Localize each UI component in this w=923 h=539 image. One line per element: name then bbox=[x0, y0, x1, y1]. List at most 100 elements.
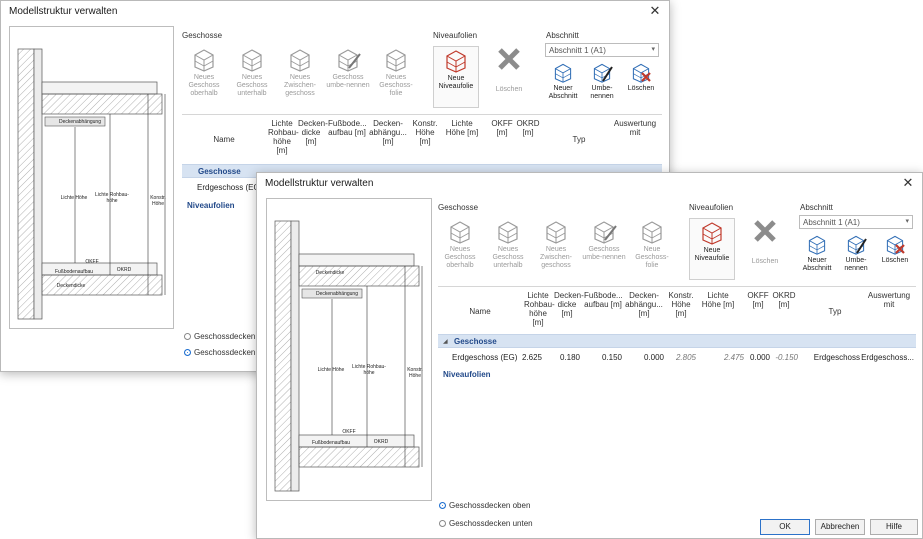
new-section-button[interactable]: Neuer Abschnitt bbox=[545, 61, 581, 101]
abschnitt-select-value: Abschnitt 1 (A1) bbox=[549, 46, 606, 55]
new-floor-above-button[interactable]: Neues Geschoss oberhalb bbox=[182, 46, 226, 98]
rename-section-button[interactable]: Umbe-nennen bbox=[838, 233, 874, 273]
group-row-geschosse[interactable]: ◢ Geschosse bbox=[438, 334, 916, 348]
section-label-niveaufolien: Niveaufolien bbox=[433, 31, 478, 40]
rename-floor-button[interactable]: Geschoss umbe-nennen bbox=[582, 218, 626, 262]
col-header-typ: Typ bbox=[828, 307, 842, 316]
delete-section-button[interactable]: Löschen bbox=[623, 61, 659, 93]
radio-off-icon bbox=[184, 333, 191, 341]
radio-off-icon bbox=[439, 520, 446, 528]
new-intermediate-floor-button[interactable]: Neues Zwischen-geschoss bbox=[534, 218, 578, 270]
cell-auswertung: Erdgeschoss... bbox=[861, 353, 914, 362]
new-niveau-layer-button[interactable]: Neue Niveaufolie bbox=[433, 46, 479, 108]
diagram-label-lichte-hoehe: Lichte Höhe bbox=[60, 195, 88, 201]
new-floor-above-icon bbox=[191, 46, 217, 72]
rename-floor-label: Geschoss umbe-nennen bbox=[326, 74, 370, 89]
help-button[interactable]: Hilfe bbox=[870, 519, 918, 535]
section-label-abschnitt: Abschnitt bbox=[546, 31, 579, 40]
diagram-label-konstr-hoehe: Konstr. Höhe bbox=[150, 195, 166, 207]
new-section-label: Neuer Abschnitt bbox=[548, 85, 578, 100]
diagram-label-deckenabhaengung: Deckenabhängung bbox=[316, 291, 358, 297]
floor-structure-diagram: Deckendicke Deckenabhängung Lichte Höhe … bbox=[266, 198, 432, 501]
cell-typ: Erdgeschoss bbox=[813, 353, 860, 362]
col-header-okff: OKFF [m] bbox=[747, 291, 769, 309]
new-floor-layer-icon bbox=[383, 46, 409, 72]
diagram-label-lichte-rohbauhoehe: Lichte Rohbau-höhe bbox=[352, 364, 386, 376]
rename-floor-icon bbox=[591, 218, 617, 244]
section-drawing bbox=[274, 220, 423, 492]
new-floor-above-label: Neues Geschoss oberhalb bbox=[188, 74, 220, 97]
rename-floor-label: Geschoss umbe-nennen bbox=[582, 246, 626, 261]
col-header-fussbodenaufbau: Fußbode... aufbau [m] bbox=[584, 291, 623, 309]
col-header-lichte-rohbauhoehe: Lichte Rohbau-höhe [m] bbox=[268, 119, 299, 155]
cell-fussbodenaufbau: 0.150 bbox=[601, 353, 622, 362]
col-header-deckendicke: Decken-dicke [m] bbox=[298, 119, 328, 146]
new-floor-below-label: Neues Geschoss unterhalb bbox=[236, 74, 268, 97]
cell-okff: 0.000 bbox=[749, 353, 770, 362]
new-intermediate-floor-button[interactable]: Neues Zwischen-geschoss bbox=[278, 46, 322, 98]
new-section-label: Neuer Abschnitt bbox=[802, 257, 832, 272]
new-intermediate-floor-label: Neues Zwischen-geschoss bbox=[284, 74, 316, 97]
section-label-niveaufolien: Niveaufolien bbox=[689, 203, 734, 212]
niveau-group-label: Niveaufolien bbox=[443, 370, 491, 379]
delete-niveau-button[interactable]: Löschen bbox=[741, 218, 789, 280]
table-row[interactable]: Erdgeschoss (EG) 2.625 0.180 0.150 0.000… bbox=[438, 350, 916, 364]
col-header-typ: Typ bbox=[572, 135, 586, 144]
delete-section-button[interactable]: Löschen bbox=[877, 233, 913, 265]
delete-section-icon bbox=[630, 61, 651, 83]
diagram-label-okff: OKFF bbox=[342, 429, 356, 435]
rename-section-button[interactable]: Umbe-nennen bbox=[584, 61, 620, 101]
col-header-lichte-hoehe: Lichte Höhe [m] bbox=[701, 291, 735, 309]
new-section-button[interactable]: Neuer Abschnitt bbox=[799, 233, 835, 273]
delete-x-icon bbox=[754, 220, 776, 242]
table-row-name[interactable]: Erdgeschoss (EG) bbox=[197, 183, 262, 192]
radio-ceilings-bottom[interactable]: Geschossdecken unten bbox=[439, 519, 533, 528]
col-header-lichte-hoehe: Lichte Höhe [m] bbox=[445, 119, 479, 137]
rename-section-icon bbox=[591, 61, 613, 83]
delete-section-label: Löschen bbox=[627, 85, 655, 92]
group-label-geschosse: Geschosse bbox=[198, 167, 241, 176]
chevron-down-icon: ▾ bbox=[651, 46, 655, 53]
rename-section-icon bbox=[845, 233, 867, 255]
diagram-label-deckenabhaengung: Deckenabhängung bbox=[59, 119, 101, 125]
new-floor-below-button[interactable]: Neues Geschoss unterhalb bbox=[230, 46, 274, 98]
new-floor-below-button[interactable]: Neues Geschoss unterhalb bbox=[486, 218, 530, 270]
diagram-label-lichte-rohbauhoehe: Lichte Rohbau-höhe bbox=[95, 192, 129, 204]
ok-button[interactable]: OK bbox=[760, 519, 810, 535]
delete-niveau-label: Löschen bbox=[495, 86, 523, 93]
delete-section-icon bbox=[884, 233, 905, 255]
rename-floor-button[interactable]: Geschoss umbe-nennen bbox=[326, 46, 370, 90]
new-niveau-layer-button[interactable]: Neue Niveaufolie bbox=[689, 218, 735, 280]
diagram-label-okrd: OKRD bbox=[373, 439, 389, 445]
delete-niveau-button[interactable]: Löschen bbox=[485, 46, 533, 108]
niveau-layer-icon bbox=[443, 47, 469, 73]
rename-section-label: Umbe-nennen bbox=[844, 257, 868, 272]
collapse-triangle-icon[interactable]: ◢ bbox=[443, 338, 448, 345]
diagram-label-fussbodenaufbau: Fußbodenaufbau bbox=[311, 440, 351, 446]
delete-niveau-label: Löschen bbox=[751, 258, 779, 265]
new-floor-layer-button[interactable]: Neue Geschoss-folie bbox=[630, 218, 674, 270]
col-header-okrd: OKRD [m] bbox=[516, 119, 540, 137]
new-floor-layer-label: Neues Geschoss-folie bbox=[379, 74, 413, 97]
close-icon[interactable]: ✕ bbox=[900, 175, 916, 191]
cell-lichte-hoehe: 2.475 bbox=[723, 353, 744, 362]
cancel-button[interactable]: Abbrechen bbox=[815, 519, 865, 535]
dialog-front: Modellstruktur verwalten ✕ Deckendicke D… bbox=[256, 172, 923, 539]
section-label-geschosse: Geschosse bbox=[438, 203, 479, 212]
col-header-auswertung: Auswertung mit bbox=[613, 119, 657, 137]
col-header-name: Name bbox=[469, 307, 491, 316]
col-header-auswertung: Auswertung mit bbox=[867, 291, 911, 309]
delete-section-label: Löschen bbox=[881, 257, 909, 264]
new-section-icon bbox=[552, 61, 574, 83]
new-intermediate-floor-icon bbox=[287, 46, 313, 72]
abschnitt-select[interactable]: Abschnitt 1 (A1) ▾ bbox=[799, 215, 913, 229]
close-icon[interactable]: ✕ bbox=[647, 3, 663, 19]
dialog-title: Modellstruktur verwalten bbox=[265, 178, 374, 189]
abschnitt-select[interactable]: Abschnitt 1 (A1) ▾ bbox=[545, 43, 659, 57]
radio-ceilings-top[interactable]: Geschossdecken oben bbox=[439, 501, 530, 510]
new-floor-above-button[interactable]: Neues Geschoss oberhalb bbox=[438, 218, 482, 270]
diagram-label-deckendicke: Deckendicke bbox=[315, 270, 345, 276]
group-label-geschosse: Geschosse bbox=[454, 337, 497, 346]
new-floor-layer-button[interactable]: Neues Geschoss-folie bbox=[374, 46, 418, 98]
new-floor-below-icon bbox=[495, 218, 521, 244]
